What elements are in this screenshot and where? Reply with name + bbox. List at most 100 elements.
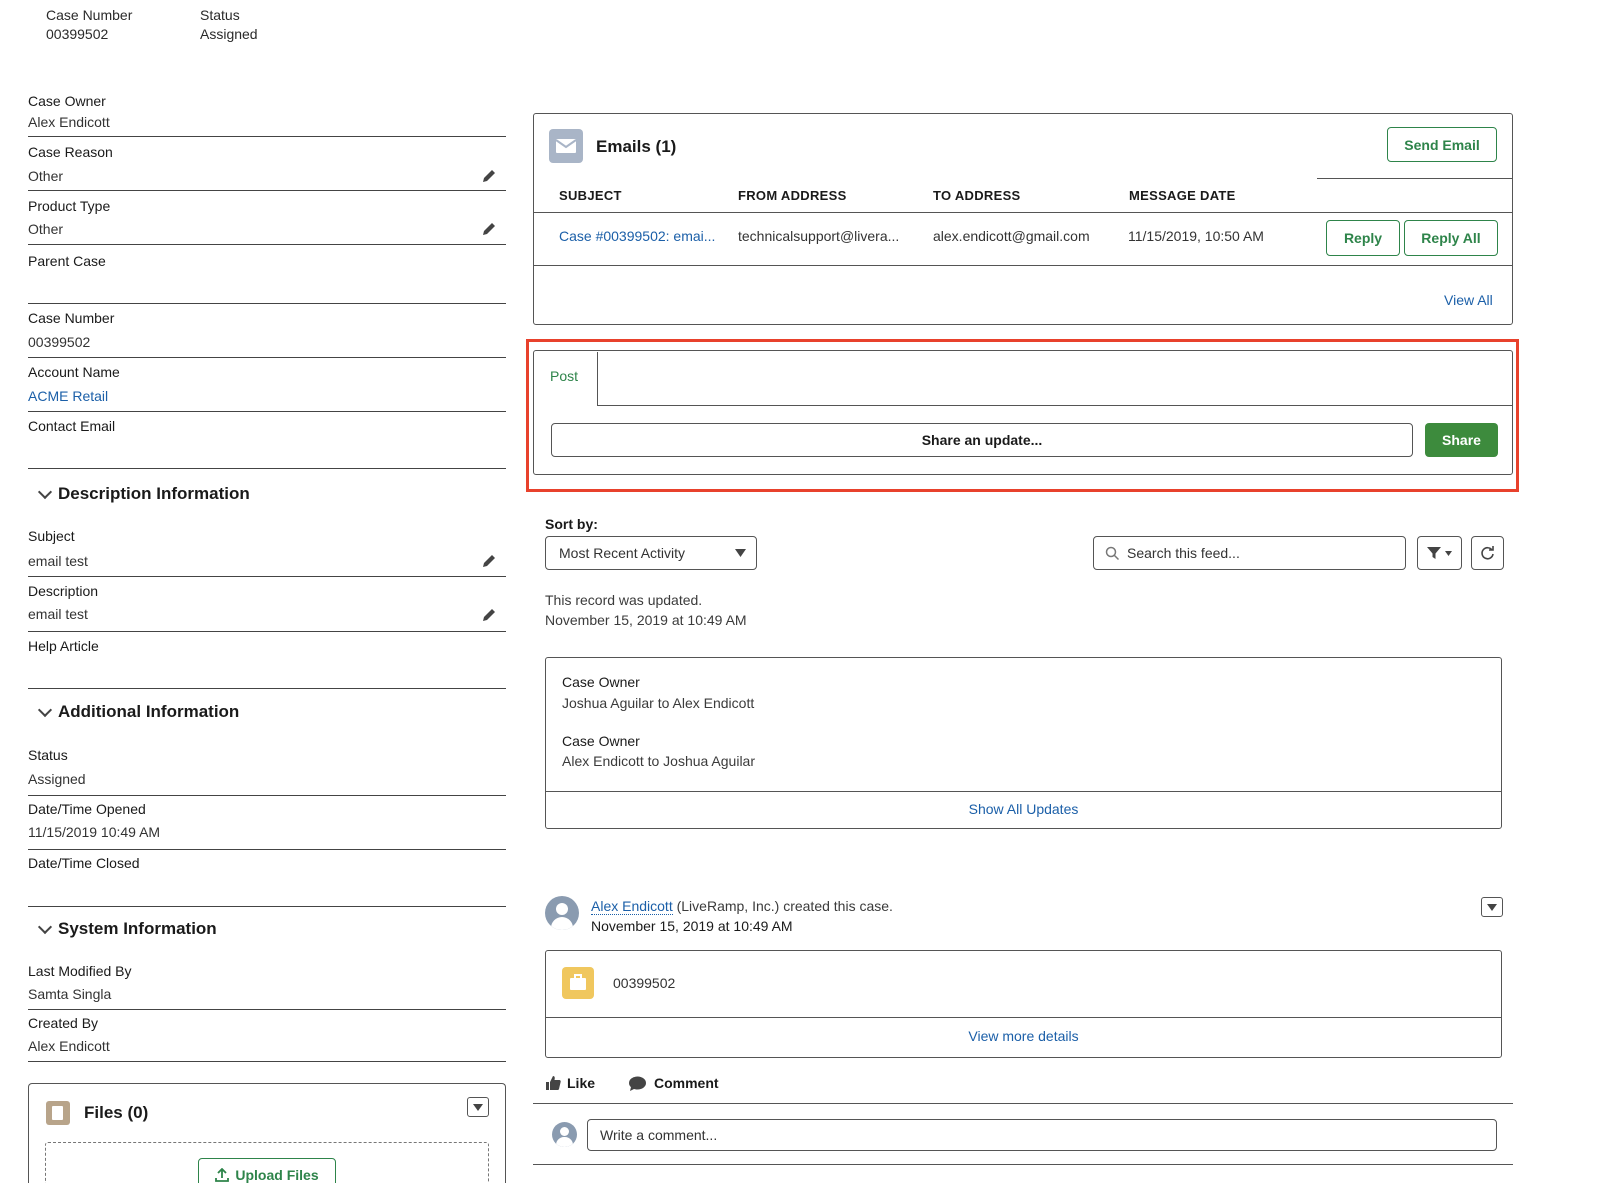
change-detail: Joshua Aguilar to Alex Endicott <box>562 695 755 711</box>
upload-files-button[interactable]: Upload Files <box>198 1158 336 1183</box>
field-subject: Subject email test <box>28 525 506 577</box>
view-more-details-link[interactable]: View more details <box>546 1028 1501 1044</box>
column-header-to[interactable]: TO ADDRESS <box>933 188 1021 203</box>
field-label: Parent Case <box>28 253 106 269</box>
view-all-link[interactable]: View All <box>1444 292 1493 308</box>
field-last-modified-by: Last Modified By Samta Singla <box>28 960 506 1010</box>
field-date-opened: Date/Time Opened 11/15/2019 10:49 AM <box>28 798 506 850</box>
header-status-label: Status <box>200 7 240 23</box>
email-to: alex.endicott@gmail.com <box>933 228 1090 244</box>
chevron-down-icon <box>37 919 53 934</box>
edit-pencil-icon[interactable] <box>480 220 498 238</box>
section-title: Description Information <box>58 484 250 503</box>
header-case-number-value: 00399502 <box>46 26 109 42</box>
case-icon <box>562 967 594 999</box>
header-case-number-label: Case Number <box>46 7 133 23</box>
field-value: Alex Endicott <box>28 1038 110 1054</box>
field-date-closed: Date/Time Closed <box>28 852 506 907</box>
send-email-button[interactable]: Send Email <box>1387 127 1497 162</box>
email-subject-link[interactable]: Case #00399502: emai... <box>559 228 715 244</box>
section-description-header[interactable]: Description Information <box>37 484 250 504</box>
files-card: Files (0) Upload Files <box>28 1083 506 1183</box>
field-case-owner: Case Owner Alex Endicott <box>28 90 506 137</box>
upload-icon <box>215 1168 230 1182</box>
post-author-link[interactable]: Alex Endicott <box>591 898 673 915</box>
header-divider <box>1317 178 1512 179</box>
chevron-down-icon <box>37 702 53 717</box>
chevron-down-icon <box>735 549 746 557</box>
section-additional-header[interactable]: Additional Information <box>37 702 240 722</box>
update-text: This record was updated. <box>545 592 703 608</box>
sort-label: Sort by: <box>545 516 598 532</box>
account-name-link[interactable]: ACME Retail <box>28 388 108 404</box>
header-status-value: Assigned <box>200 26 258 42</box>
column-header-date[interactable]: MESSAGE DATE <box>1129 188 1236 203</box>
sort-select[interactable]: Most Recent Activity <box>545 536 757 570</box>
field-label: Description <box>28 583 99 599</box>
case-card-number[interactable]: 00399502 <box>613 975 675 991</box>
card-divider <box>546 1017 1501 1018</box>
feed-search-input[interactable]: Search this feed... <box>1093 536 1406 570</box>
share-update-input[interactable]: Share an update... <box>551 423 1413 457</box>
case-record-card: 00399502 View more details <box>545 950 1502 1058</box>
field-label: Date/Time Closed <box>28 855 140 871</box>
post-header: Alex Endicott (LiveRamp, Inc.) created t… <box>591 898 893 915</box>
user-avatar[interactable] <box>545 896 579 930</box>
field-value: Assigned <box>28 771 86 787</box>
post-tab[interactable]: Post <box>550 368 578 384</box>
change-field: Case Owner <box>562 674 640 690</box>
reply-all-button[interactable]: Reply All <box>1404 220 1498 256</box>
field-product-type: Product Type Other <box>28 193 506 245</box>
section-title: Additional Information <box>58 702 240 721</box>
post-text: (LiveRamp, Inc.) created this case. <box>676 898 893 914</box>
field-value: 00399502 <box>28 334 91 350</box>
chevron-down-icon <box>473 1103 483 1111</box>
reply-button[interactable]: Reply <box>1326 220 1400 256</box>
field-parent-case: Parent Case <box>28 247 506 304</box>
email-from: technicalsupport@livera... <box>738 228 900 244</box>
field-label: Status <box>28 747 68 763</box>
edit-pencil-icon[interactable] <box>480 552 498 570</box>
comment-button[interactable]: Comment <box>629 1075 719 1091</box>
like-button[interactable]: Like <box>546 1075 595 1091</box>
files-icon <box>46 1101 70 1125</box>
comment-placeholder: Write a comment... <box>600 1127 718 1143</box>
like-label: Like <box>567 1075 596 1091</box>
field-description: Description email test <box>28 579 506 632</box>
section-title: System Information <box>58 919 217 938</box>
field-label: Help Article <box>28 638 99 654</box>
search-placeholder: Search this feed... <box>1127 545 1240 561</box>
post-time[interactable]: November 15, 2019 at 10:49 AM <box>591 918 793 934</box>
column-header-from[interactable]: FROM ADDRESS <box>738 188 847 203</box>
file-drop-zone[interactable]: Upload Files <box>45 1142 489 1183</box>
field-label: Case Number <box>28 310 115 326</box>
change-field: Case Owner <box>562 733 640 749</box>
filter-button[interactable] <box>1417 536 1462 570</box>
field-status: Status Assigned <box>28 744 506 796</box>
comment-label: Comment <box>654 1075 719 1091</box>
email-date: 11/15/2019, 10:50 AM <box>1128 228 1264 244</box>
edit-pencil-icon[interactable] <box>480 167 498 185</box>
field-value: Other <box>28 221 64 237</box>
edit-pencil-icon[interactable] <box>480 606 498 624</box>
section-system-header[interactable]: System Information <box>37 919 217 939</box>
email-icon <box>549 129 583 163</box>
upload-files-label: Upload Files <box>235 1167 319 1183</box>
filter-icon <box>1427 547 1441 559</box>
chevron-down-icon <box>1487 903 1497 911</box>
show-all-updates-link[interactable]: Show All Updates <box>546 801 1501 817</box>
comment-input[interactable]: Write a comment... <box>587 1119 1497 1151</box>
field-label: Case Owner <box>28 93 106 109</box>
files-menu-button[interactable] <box>467 1097 489 1117</box>
column-header-subject[interactable]: SUBJECT <box>559 188 622 203</box>
feed-bottom-divider <box>533 1164 1513 1165</box>
refresh-button[interactable] <box>1471 536 1504 570</box>
chevron-down-icon <box>1445 550 1452 556</box>
field-label: Product Type <box>28 198 111 214</box>
share-button[interactable]: Share <box>1425 423 1498 457</box>
field-label: Last Modified By <box>28 963 132 979</box>
field-case-reason: Case Reason Other <box>28 139 506 191</box>
publisher-card: Post Share an update... Share <box>533 350 1513 475</box>
post-menu-button[interactable] <box>1481 897 1503 917</box>
speech-bubble-icon <box>629 1076 646 1091</box>
